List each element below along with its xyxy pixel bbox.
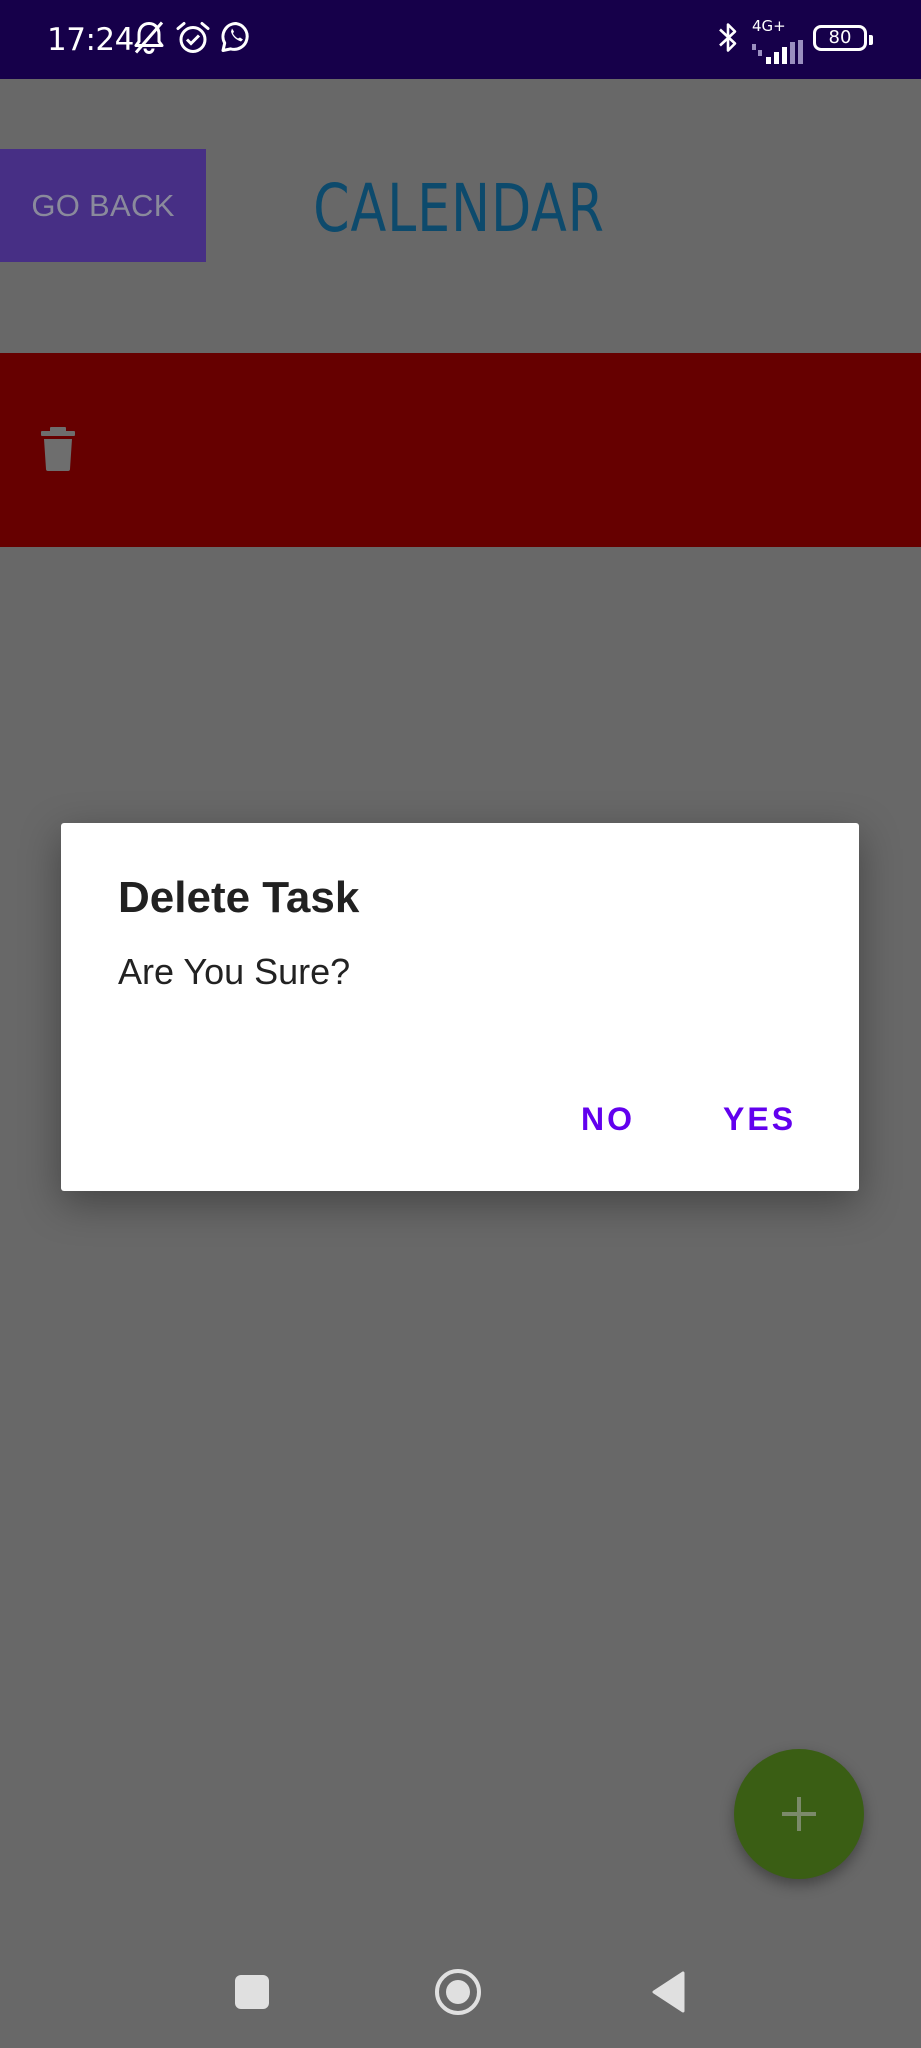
signal-icon bbox=[752, 40, 808, 69]
back-icon bbox=[652, 1971, 685, 2013]
network-type-label: 4G+ bbox=[752, 17, 786, 35]
status-bar: 17:24 4G+ 80 bbox=[0, 0, 921, 79]
add-task-button[interactable] bbox=[734, 1749, 864, 1879]
battery-icon: 80 bbox=[813, 25, 873, 51]
page-title: CALENDAR bbox=[313, 170, 605, 247]
notifications-off-icon bbox=[132, 19, 166, 60]
no-button[interactable]: NO bbox=[581, 1101, 635, 1138]
task-row-swipe-delete[interactable] bbox=[0, 353, 921, 547]
delete-task-dialog: Delete Task Are You Sure? NO YES bbox=[61, 823, 859, 1191]
back-button[interactable] bbox=[650, 1970, 686, 2017]
recent-apps-button[interactable] bbox=[232, 1972, 272, 2015]
alarm-icon bbox=[175, 19, 211, 60]
battery-level: 80 bbox=[828, 27, 852, 48]
battery-tip bbox=[869, 35, 873, 45]
recent-apps-icon bbox=[235, 1975, 269, 2009]
yes-button[interactable]: YES bbox=[723, 1101, 796, 1138]
trash-icon[interactable] bbox=[41, 427, 75, 476]
dialog-message: Are You Sure? bbox=[118, 951, 351, 992]
go-back-button[interactable]: GO BACK bbox=[0, 149, 206, 262]
dialog-title: Delete Task bbox=[118, 873, 360, 922]
status-time: 17:24 bbox=[47, 21, 134, 58]
bluetooth-icon bbox=[717, 19, 739, 60]
whatsapp-icon bbox=[218, 19, 254, 60]
home-icon bbox=[435, 1969, 481, 2015]
home-button[interactable] bbox=[433, 1967, 483, 2020]
plus-icon bbox=[782, 1797, 816, 1831]
